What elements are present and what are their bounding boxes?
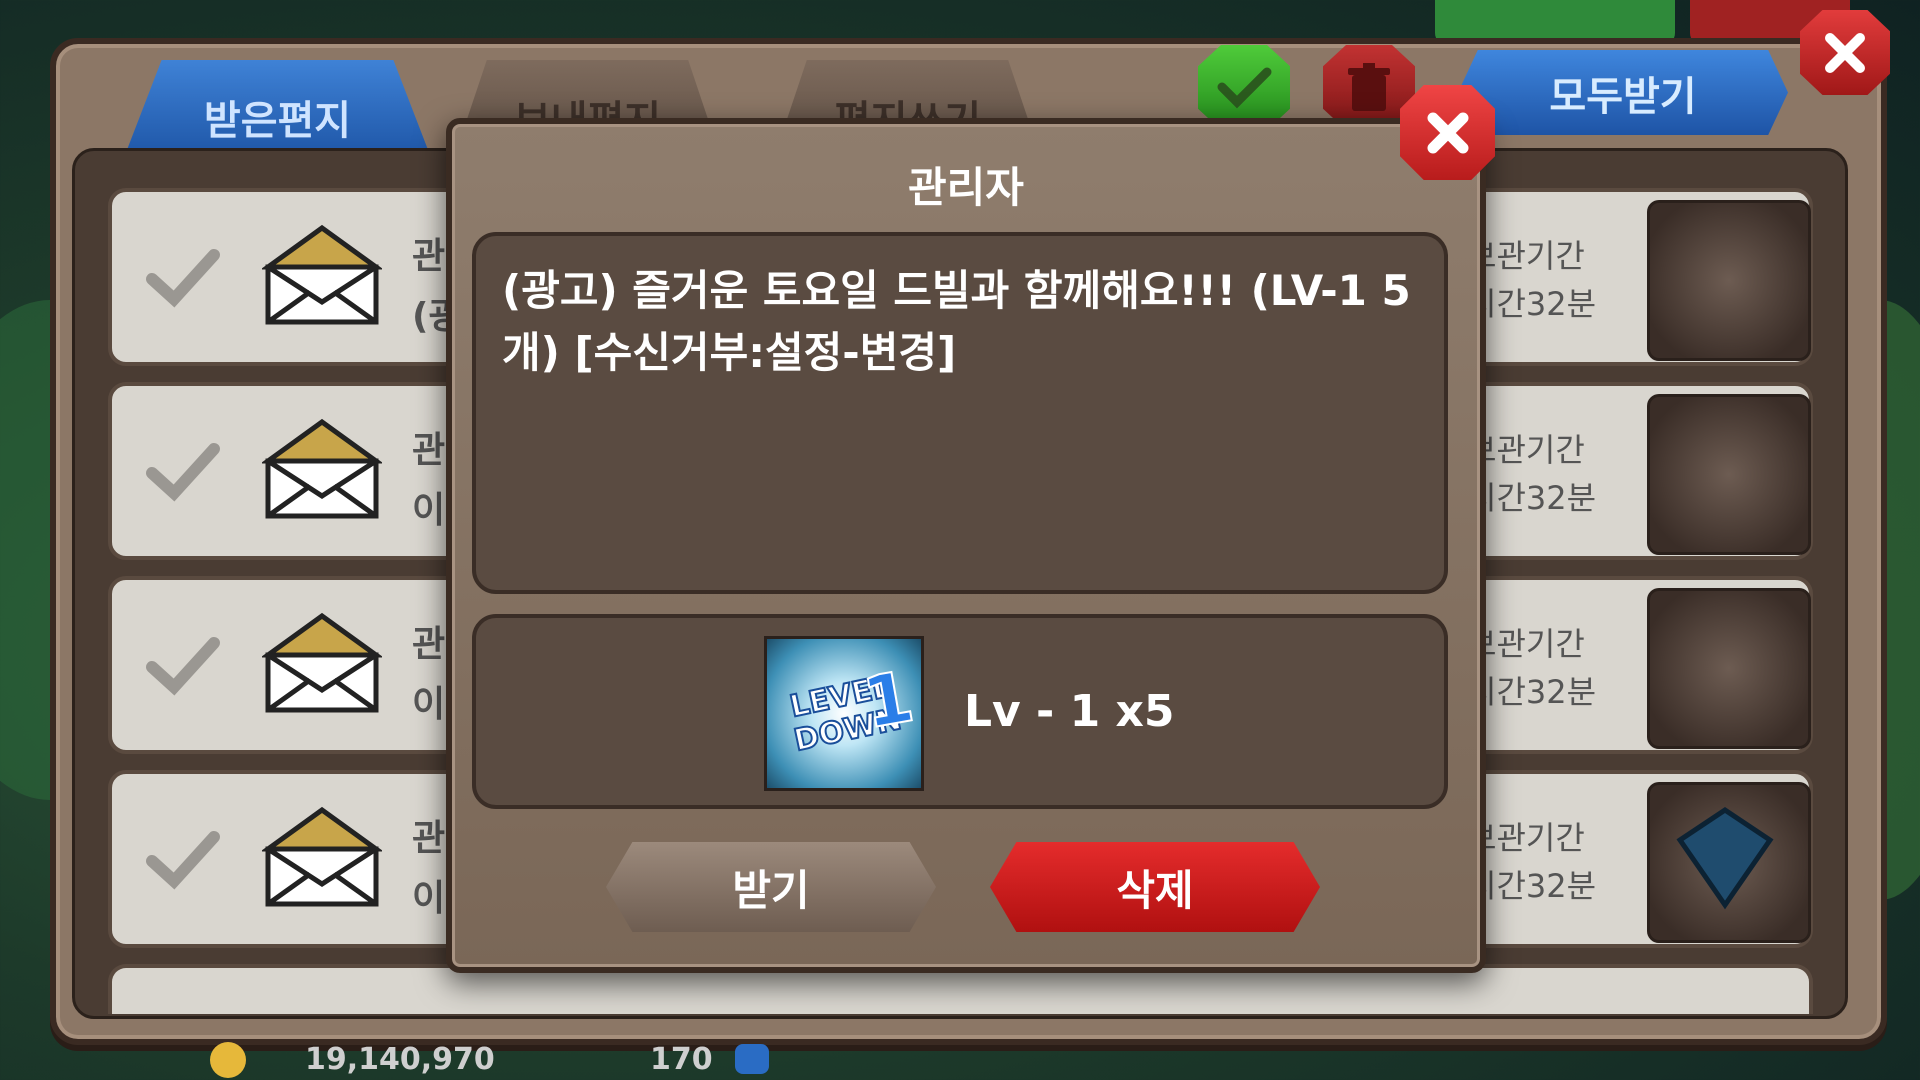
mail-sender: 관 (412, 236, 446, 277)
mail-expire: 보관기간시간32분 (1467, 814, 1596, 910)
delete-button[interactable]: 삭제 (990, 842, 1320, 932)
receive-button[interactable]: 받기 (606, 842, 936, 932)
tab-label: 받은편지 (203, 98, 352, 144)
add-gem-button[interactable] (735, 1044, 769, 1074)
mail-sender: 관 (412, 624, 446, 665)
message-text: (광고) 즐거운 토요일 드빌과 함께해요!!! (LV-1 5개) [수신거부… (472, 232, 1448, 594)
gold-coin-icon (210, 1042, 246, 1078)
expire-label: 보관기간 (1467, 819, 1585, 857)
rp-bat-icon (1647, 588, 1811, 749)
envelope-open-icon (262, 612, 382, 713)
check-icon[interactable] (142, 237, 222, 317)
expire-time: 시간32분 (1467, 285, 1597, 323)
currency-bar: 19,140,970 170 (210, 1038, 810, 1080)
mail-detail-dialog: 관리자 (광고) 즐거운 토요일 드빌과 함께해요!!! (LV-1 5개) [… (446, 118, 1486, 973)
mail-subject: 이 (412, 684, 446, 725)
expire-time: 시간32분 (1467, 673, 1597, 711)
envelope-open-icon (262, 806, 382, 907)
check-icon[interactable] (142, 431, 222, 511)
tab-received-mail[interactable]: 받은편지 (125, 60, 430, 155)
close-icon (1427, 112, 1468, 153)
expire-time: 시간32분 (1467, 479, 1597, 517)
mail-expire: 보관기간시간32분 (1467, 620, 1596, 716)
check-icon (1217, 67, 1271, 109)
close-icon (1825, 32, 1865, 73)
envelope-open-icon (262, 224, 382, 325)
check-icon[interactable] (142, 625, 222, 705)
mail-subject: 이 (412, 490, 446, 531)
dialog-title: 관리자 (908, 163, 1024, 212)
mail-subject: 이 (412, 878, 446, 919)
reward-box: LEVEL DOWN 1 Lv - 1 x5 (472, 614, 1448, 809)
gem-amount: 170 (650, 1042, 713, 1077)
mail-expire: 보관기간시간32분 (1467, 426, 1596, 522)
mail-sender: 관 (412, 818, 446, 859)
expire-label: 보관기간 (1467, 431, 1585, 469)
mail-expire: 보관기간시간32분 (1467, 232, 1596, 328)
trash-icon (1348, 62, 1390, 111)
expire-time: 시간32분 (1467, 867, 1597, 905)
receive-label: 받기 (732, 865, 810, 915)
close-panel-button[interactable] (1800, 10, 1890, 95)
dialog-close-button[interactable] (1400, 85, 1495, 180)
diamond-shape (1676, 806, 1774, 910)
mail-sender: 관 (412, 430, 446, 471)
expire-label: 보관기간 (1467, 237, 1585, 275)
envelope-open-icon (262, 418, 382, 519)
gold-amount: 19,140,970 (305, 1042, 495, 1077)
receive-all-label: 모두받기 (1549, 73, 1697, 120)
delete-label: 삭제 (1116, 865, 1194, 915)
check-icon[interactable] (142, 819, 222, 899)
receive-all-button[interactable]: 모두받기 (1458, 50, 1788, 135)
level-down-icon: LEVEL DOWN 1 (764, 636, 924, 791)
shield-badge-icon (1647, 394, 1811, 555)
level-down-icon (1647, 200, 1811, 361)
reward-label: Lv - 1 x5 (964, 686, 1175, 737)
diamond-icon (1647, 782, 1811, 943)
expire-label: 보관기간 (1467, 625, 1585, 663)
